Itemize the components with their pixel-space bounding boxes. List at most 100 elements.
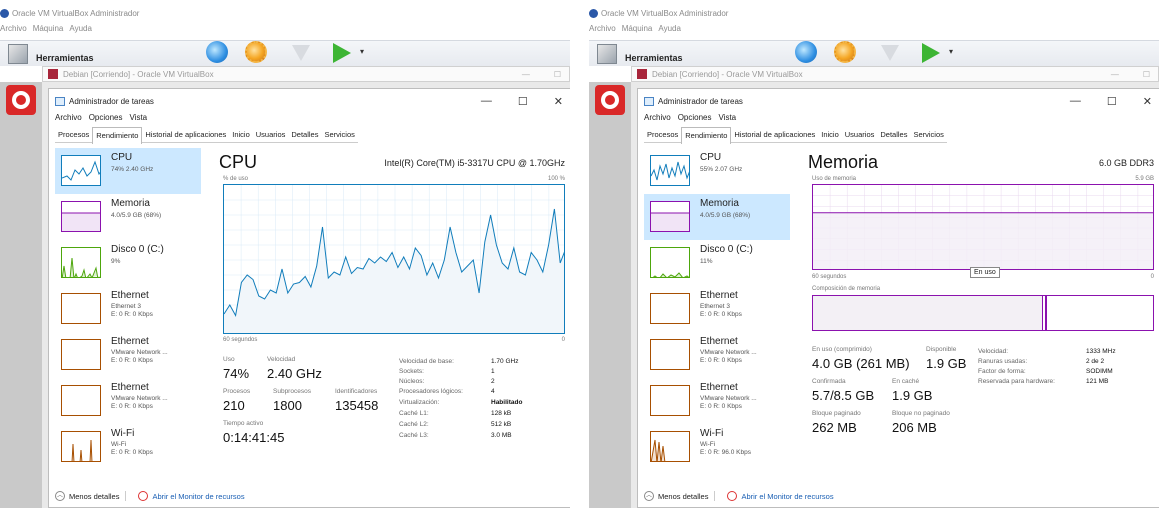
tm-menu-archivo[interactable]: Archivo <box>644 113 671 122</box>
debian-window-title: Debian [Corriendo] - Oracle VM VirtualBo… <box>652 69 803 79</box>
tab-detalles[interactable]: Detalles <box>877 127 910 142</box>
new-vm-icon[interactable] <box>206 41 228 63</box>
sidebar-item-name: Memoria <box>111 198 150 209</box>
maximize-icon[interactable]: ☐ <box>518 95 528 108</box>
open-resource-monitor-link[interactable]: Abrir el Monitor de recursos <box>152 492 244 501</box>
sidebar-item-ethernet-vmware-1[interactable]: Ethernet VMware Network ... E: 0 R: 0 Kb… <box>55 332 201 378</box>
tab-servicios[interactable]: Servicios <box>321 127 357 142</box>
tab-procesos[interactable]: Procesos <box>55 127 92 142</box>
menu-archivo[interactable]: Archivo <box>589 24 616 33</box>
discard-arrow-icon[interactable] <box>881 45 899 61</box>
debian-vm-icon <box>637 69 647 79</box>
resource-monitor-icon[interactable] <box>138 491 149 501</box>
tab-inicio[interactable]: Inicio <box>818 127 842 142</box>
minimize-icon[interactable]: — <box>481 95 492 108</box>
tab-historial[interactable]: Historial de aplicaciones <box>731 127 818 142</box>
sidebar-item-ethernet-3[interactable]: Ethernet Ethernet 3 E: 0 R: 0 Kbps <box>55 286 201 332</box>
graph-bottom-right-label: 0 <box>561 337 565 343</box>
kv-value: 1.70 GHz <box>491 358 519 365</box>
sidebar-item-ethernet-vmware-1[interactable]: Ethernet VMware Network ... E: 0 R: 0 Kb… <box>644 332 790 378</box>
tab-historial[interactable]: Historial de aplicaciones <box>142 127 229 142</box>
task-manager-titlebar: Administrador de tareas — ☐ ✕ <box>49 89 570 113</box>
stat-subprocesos-value: 1800 <box>273 398 302 413</box>
sidebar-item-ethernet-3[interactable]: Ethernet Ethernet 3 E: 0 R: 0 Kbps <box>644 286 790 332</box>
virtualbox-title: Oracle VM VirtualBox Administrador <box>589 6 728 20</box>
start-arrow-icon[interactable] <box>333 43 351 63</box>
tab-inicio[interactable]: Inicio <box>229 127 253 142</box>
task-manager-footer: ︿ Menos detalles Abrir el Monitor de rec… <box>55 491 245 501</box>
tm-menu-vista[interactable]: Vista <box>718 113 736 122</box>
tab-usuarios[interactable]: Usuarios <box>842 127 878 142</box>
sidebar-item-name: Ethernet <box>700 336 738 347</box>
minimize-icon[interactable]: — <box>1111 70 1119 79</box>
page-title: Memoria <box>808 152 879 172</box>
menu-ayuda[interactable]: Ayuda <box>658 24 681 33</box>
close-icon[interactable]: ✕ <box>554 95 563 108</box>
footer-divider <box>125 491 127 501</box>
kv-key: Reservada para hardware: <box>978 378 1055 385</box>
wifi-thumbnail <box>650 431 690 462</box>
tools-icon[interactable] <box>8 44 28 64</box>
tools-label[interactable]: Herramientas <box>36 53 94 63</box>
task-manager-window: Administrador de tareas — ☐ ✕ Archivo Opci… <box>48 88 570 508</box>
sidebar-item-sub2: E: 0 R: 0 Kbps <box>700 311 742 318</box>
sidebar-item-cpu[interactable]: CPU 55% 2.07 GHz <box>644 148 790 194</box>
stat-nonpaged-value: 206 MB <box>892 420 937 435</box>
stat-velocidad-value: 2.40 GHz <box>267 366 322 381</box>
tm-menu-archivo[interactable]: Archivo <box>55 113 82 122</box>
tab-servicios[interactable]: Servicios <box>910 127 946 142</box>
sidebar-item-ethernet-vmware-2[interactable]: Ethernet VMware Network ... E: 0 R: 0 Kb… <box>644 378 790 424</box>
task-manager-tabs: Procesos Rendimiento Historial de aplica… <box>644 127 947 144</box>
menu-ayuda[interactable]: Ayuda <box>69 24 92 33</box>
sidebar-item-ethernet-vmware-2[interactable]: Ethernet VMware Network ... E: 0 R: 0 Kb… <box>55 378 201 424</box>
sidebar-item-name: Ethernet <box>700 290 738 301</box>
tab-detalles[interactable]: Detalles <box>288 127 321 142</box>
close-icon[interactable]: ✕ <box>1143 95 1152 108</box>
sidebar-item-sub2: E: 0 R: 0 Kbps <box>111 403 153 410</box>
settings-icon[interactable] <box>834 41 856 63</box>
maximize-icon[interactable]: ☐ <box>1107 95 1117 108</box>
tools-icon[interactable] <box>597 44 617 64</box>
sidebar-item-memoria[interactable]: Memoria 4.0/5.9 GB (68%) <box>644 194 790 240</box>
sidebar-item-wifi[interactable]: Wi-Fi Wi-Fi E: 0 R: 96.0 Kbps <box>644 424 790 470</box>
resource-monitor-icon[interactable] <box>727 491 738 501</box>
memory-thumbnail <box>650 201 690 232</box>
tm-menu-opciones[interactable]: Opciones <box>89 113 123 122</box>
fewer-details-link[interactable]: Menos detalles <box>658 492 708 501</box>
tab-usuarios[interactable]: Usuarios <box>253 127 289 142</box>
tm-menu-opciones[interactable]: Opciones <box>678 113 712 122</box>
tab-rendimiento[interactable]: Rendimiento <box>681 127 732 144</box>
chevron-up-icon[interactable]: ︿ <box>644 491 654 501</box>
sidebar-item-memoria[interactable]: Memoria 4.0/5.9 GB (68%) <box>55 194 201 240</box>
maximize-icon[interactable]: ☐ <box>1143 70 1150 79</box>
chevron-up-icon[interactable]: ︿ <box>55 491 65 501</box>
task-manager-title: Administrador de tareas <box>69 96 154 106</box>
sidebar-item-sub: VMware Network ... <box>700 395 757 402</box>
stat-identificadores-label: Identificadores <box>335 388 378 395</box>
menu-archivo[interactable]: Archivo <box>0 24 27 33</box>
kv-key: Núcleos: <box>399 378 425 385</box>
maximize-icon[interactable]: ☐ <box>554 70 561 79</box>
fewer-details-link[interactable]: Menos detalles <box>69 492 119 501</box>
tm-menu-vista[interactable]: Vista <box>129 113 147 122</box>
sidebar-item-cpu[interactable]: CPU 74% 2.40 GHz <box>55 148 201 194</box>
stat-tiempo-label: Tiempo activo <box>223 420 264 427</box>
tab-rendimiento[interactable]: Rendimiento <box>92 127 143 144</box>
tools-label[interactable]: Herramientas <box>625 53 683 63</box>
debian-logo-icon[interactable] <box>595 85 625 115</box>
new-vm-icon[interactable] <box>795 41 817 63</box>
start-arrow-icon[interactable] <box>922 43 940 63</box>
sidebar-item-wifi[interactable]: Wi-Fi Wi-Fi E: 0 R: 0 Kbps <box>55 424 201 470</box>
sidebar-item-disco[interactable]: Disco 0 (C:) 11% <box>644 240 790 286</box>
minimize-icon[interactable]: — <box>522 70 530 79</box>
tab-procesos[interactable]: Procesos <box>644 127 681 142</box>
menu-maquina[interactable]: Máquina <box>622 24 653 33</box>
sidebar-item-disco[interactable]: Disco 0 (C:) 9% <box>55 240 201 286</box>
debian-logo-icon[interactable] <box>6 85 36 115</box>
discard-arrow-icon[interactable] <box>292 45 310 61</box>
menu-maquina[interactable]: Máquina <box>33 24 64 33</box>
minimize-icon[interactable]: — <box>1070 95 1081 108</box>
open-resource-monitor-link[interactable]: Abrir el Monitor de recursos <box>741 492 833 501</box>
graph-bottom-right-label: 0 <box>1150 274 1154 280</box>
settings-icon[interactable] <box>245 41 267 63</box>
